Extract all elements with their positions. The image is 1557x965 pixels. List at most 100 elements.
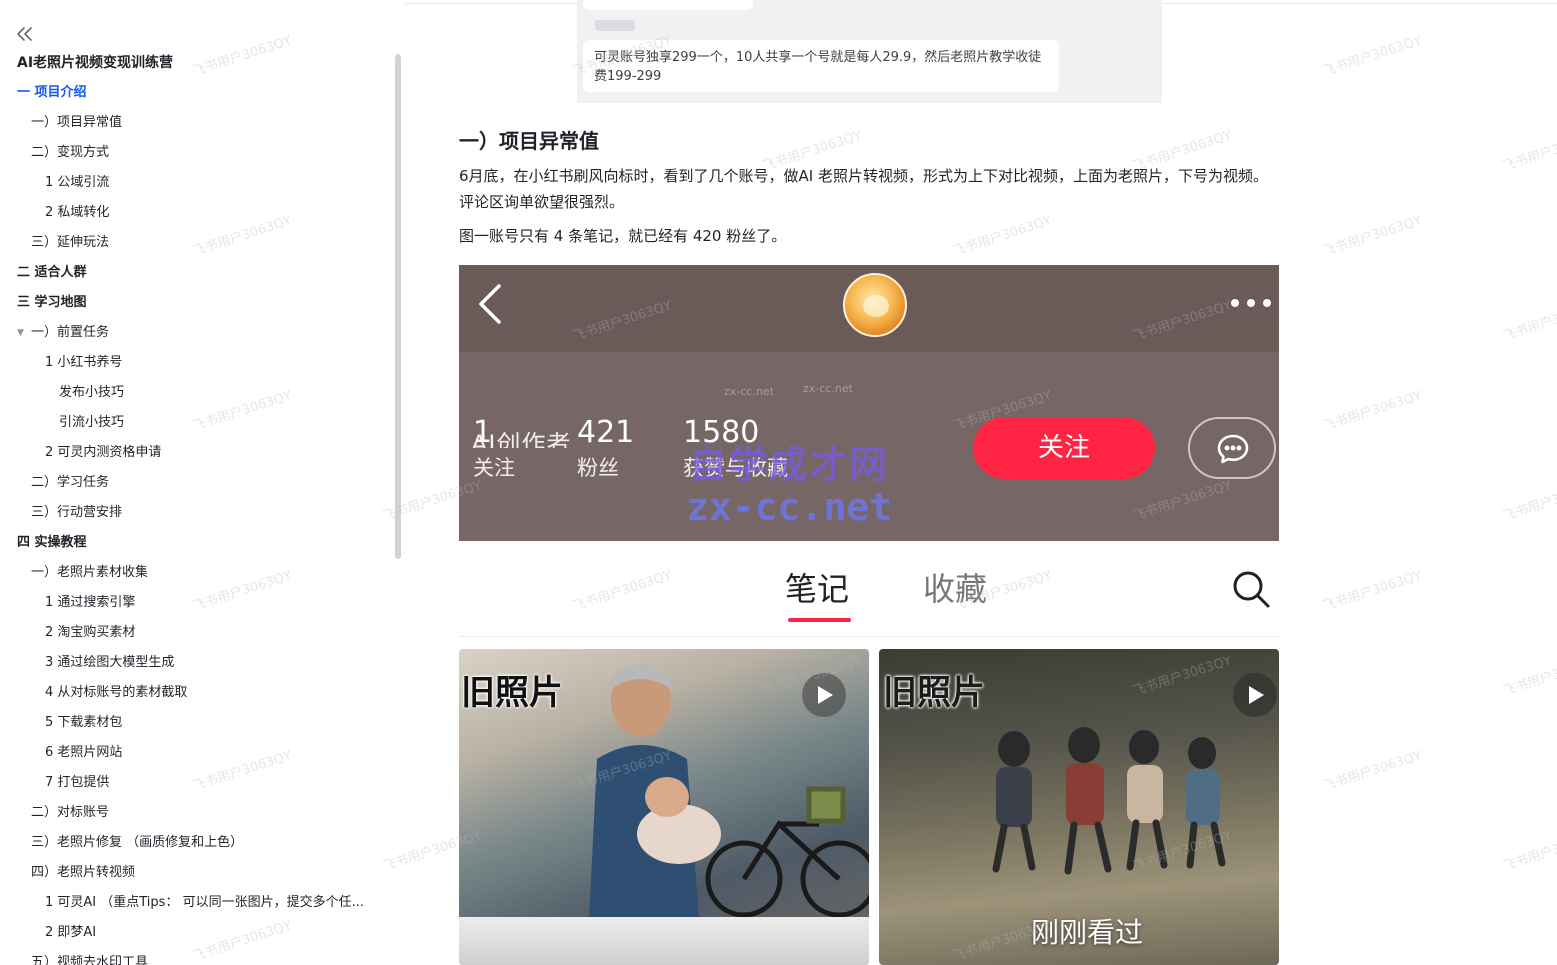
- toc-item[interactable]: 2 淘宝购买素材: [0, 618, 395, 648]
- search-icon: [1233, 571, 1270, 608]
- toc-item[interactable]: 一）老照片素材收集: [0, 558, 395, 588]
- toc-item[interactable]: 二 适合人群: [0, 258, 395, 288]
- toc-item[interactable]: 2 私域转化: [0, 198, 395, 228]
- toc-item-label: 2 私域转化: [45, 205, 110, 220]
- toc-item-label: 2 淘宝购买素材: [45, 625, 136, 640]
- document-content: 可灵账号独享299一个，10人共享一个号就是每人29.9，然后老照片教学收徒费1…: [405, 0, 1557, 965]
- stat-following: 1 关注: [473, 415, 515, 483]
- toc-item[interactable]: 5 下载素材包: [0, 708, 395, 738]
- toc-item[interactable]: 一 项目介绍: [0, 78, 395, 108]
- toc-item-label: 三 学习地图: [17, 295, 87, 310]
- toc-item-label: 一）前置任务: [31, 325, 110, 340]
- notes-tabs: 笔记 收藏: [459, 541, 1279, 637]
- children-running-photo: [992, 727, 1226, 875]
- toc-item[interactable]: 一）项目异常值: [0, 108, 395, 138]
- stat-number: 1580: [683, 415, 760, 450]
- back-arrow-icon: [479, 284, 501, 324]
- next-card-peek: [459, 917, 869, 965]
- stat-likes: 1580 获赞与收藏: [683, 415, 788, 483]
- stat-label: 粉丝: [577, 456, 619, 480]
- toc-item-label: 一）老照片素材收集: [31, 565, 149, 580]
- toc-item[interactable]: 4 从对标账号的素材截取: [0, 678, 395, 708]
- toc-item-label: 6 老照片网站: [45, 745, 123, 760]
- recently-viewed-label: 刚刚看过: [1031, 916, 1144, 949]
- toc-item-label: 1 公域引流: [45, 175, 110, 190]
- toc-item[interactable]: ▼ 一）前置任务: [0, 318, 395, 348]
- toc-item[interactable]: 三）行动营安排: [0, 498, 395, 528]
- message-button: [1188, 417, 1276, 479]
- toc-item[interactable]: 引流小技巧: [0, 408, 395, 438]
- tab-underline: [788, 618, 851, 622]
- toc-item[interactable]: 1 通过搜索引擎: [0, 588, 395, 618]
- note-card: 旧照片: [459, 649, 869, 965]
- toc-item-label: 1 可灵AI （重点Tips： 可以同一张图片，提交多个任...: [45, 895, 364, 910]
- toc-item[interactable]: 1 公域引流: [0, 168, 395, 198]
- bicycle-photo: [705, 786, 869, 918]
- toc-item[interactable]: 7 打包提供: [0, 768, 395, 798]
- paragraph-2: 图一账号只有 4 条笔记，就已经有 420 粉丝了。: [459, 227, 787, 245]
- outline-sidebar: AI老照片视频变现训练营一 项目介绍一）项目异常值二）变现方式 1 公域引流 2 私…: [0, 0, 405, 965]
- stat-label: 获赞与收藏: [683, 456, 788, 480]
- toc-item[interactable]: 3 通过绘图大模型生成: [0, 648, 395, 678]
- avatar: [843, 273, 907, 337]
- table-of-contents: AI老照片视频变现训练营一 项目介绍一）项目异常值二）变现方式 1 公域引流 2 私…: [0, 48, 395, 965]
- chat-message-bubble: 可灵账号独享299一个，10人共享一个号就是每人29.9，然后老照片教学收徒费1…: [583, 40, 1059, 92]
- blurred-sender-name: [595, 20, 635, 31]
- toc-item-label: 二）学习任务: [31, 475, 110, 490]
- toc-item-label: 1 通过搜索引擎: [45, 595, 136, 610]
- toc-item[interactable]: 二）对标账号: [0, 798, 395, 828]
- stat-followers: 421 粉丝: [577, 415, 634, 483]
- stat-number: 1: [473, 415, 493, 450]
- toc-item[interactable]: 1 可灵AI （重点Tips： 可以同一张图片，提交多个任...: [0, 888, 395, 918]
- toc-item-label: 2 即梦AI: [45, 925, 97, 940]
- toc-item[interactable]: 四 实操教程: [0, 528, 395, 558]
- profile-screenshot-image[interactable]: AI创作者 1 关注 421 粉丝 1580 获赞与收藏 关注 自学成才网 zx…: [459, 265, 1279, 965]
- toc-item[interactable]: 三）延伸玩法: [0, 228, 395, 258]
- toc-item[interactable]: 发布小技巧: [0, 378, 395, 408]
- toc-item[interactable]: 五）视频去水印工具: [0, 948, 395, 965]
- toc-item[interactable]: AI老照片视频变现训练营: [0, 48, 395, 78]
- toc-item-label: 一）项目异常值: [31, 115, 123, 130]
- toc-item-label: 五）视频去水印工具: [31, 955, 149, 965]
- toc-item[interactable]: 二）变现方式: [0, 138, 395, 168]
- toc-item[interactable]: 四）老照片转视频: [0, 858, 395, 888]
- stat-number: 421: [577, 415, 635, 450]
- toc-item[interactable]: 6 老照片网站: [0, 738, 395, 768]
- toc-item[interactable]: 二）学习任务: [0, 468, 395, 498]
- toc-item-label: 7 打包提供: [45, 775, 110, 790]
- toc-item-label: 三）延伸玩法: [31, 235, 110, 250]
- expand-caret-icon[interactable]: ▼: [17, 318, 29, 348]
- toc-item-label: 三）老照片修复 （画质修复和上色）: [31, 835, 244, 850]
- tab-favorites: 收藏: [923, 570, 988, 608]
- profile-header-bar: [459, 265, 1279, 352]
- more-dots-icon: [1231, 299, 1271, 307]
- section-heading: 一）项目异常值: [459, 129, 599, 153]
- toc-item-label: 5 下载素材包: [45, 715, 123, 730]
- toc-item[interactable]: 2 即梦AI: [0, 918, 395, 948]
- toc-item-label: 1 小红书养号: [45, 355, 123, 370]
- chat-screenshot-image: 可灵账号独享299一个，10人共享一个号就是每人29.9，然后老照片教学收徒费1…: [577, 0, 1162, 103]
- sidebar-scrollbar[interactable]: [395, 54, 401, 559]
- follow-button: 关注: [973, 417, 1155, 479]
- toc-item-label: AI老照片视频变现训练营: [17, 55, 174, 71]
- toc-item[interactable]: 三）老照片修复 （画质修复和上色）: [0, 828, 395, 858]
- note-card: 旧照片 刚刚看过: [879, 649, 1279, 965]
- play-icon: [818, 686, 833, 704]
- toc-item[interactable]: 1 小红书养号: [0, 348, 395, 378]
- toc-item-label: 一 项目介绍: [17, 85, 87, 100]
- play-icon: [1249, 686, 1264, 704]
- sidebar-scroll-thumb[interactable]: [395, 54, 401, 559]
- toc-item-label: 4 从对标账号的素材截取: [45, 685, 188, 700]
- toc-item[interactable]: 三 学习地图: [0, 288, 395, 318]
- paragraph-1: 6月底，在小红书刷风向标时，看到了几个账号，做AI 老照片转视频，形式为上下对比…: [459, 167, 1269, 211]
- card-tag: 旧照片: [461, 673, 563, 713]
- toc-item-label: 二）对标账号: [31, 805, 110, 820]
- toc-item-label: 四）老照片转视频: [31, 865, 136, 880]
- chat-previous-bubble: [583, 0, 753, 10]
- toc-item-label: 2 可灵内测资格申请: [45, 445, 162, 460]
- toc-item-label: 3 通过绘图大模型生成: [45, 655, 175, 670]
- stat-label: 关注: [473, 456, 515, 480]
- toc-item[interactable]: 2 可灵内测资格申请: [0, 438, 395, 468]
- chevrons-left-icon: [17, 27, 32, 41]
- collapse-sidebar-button[interactable]: [14, 23, 36, 45]
